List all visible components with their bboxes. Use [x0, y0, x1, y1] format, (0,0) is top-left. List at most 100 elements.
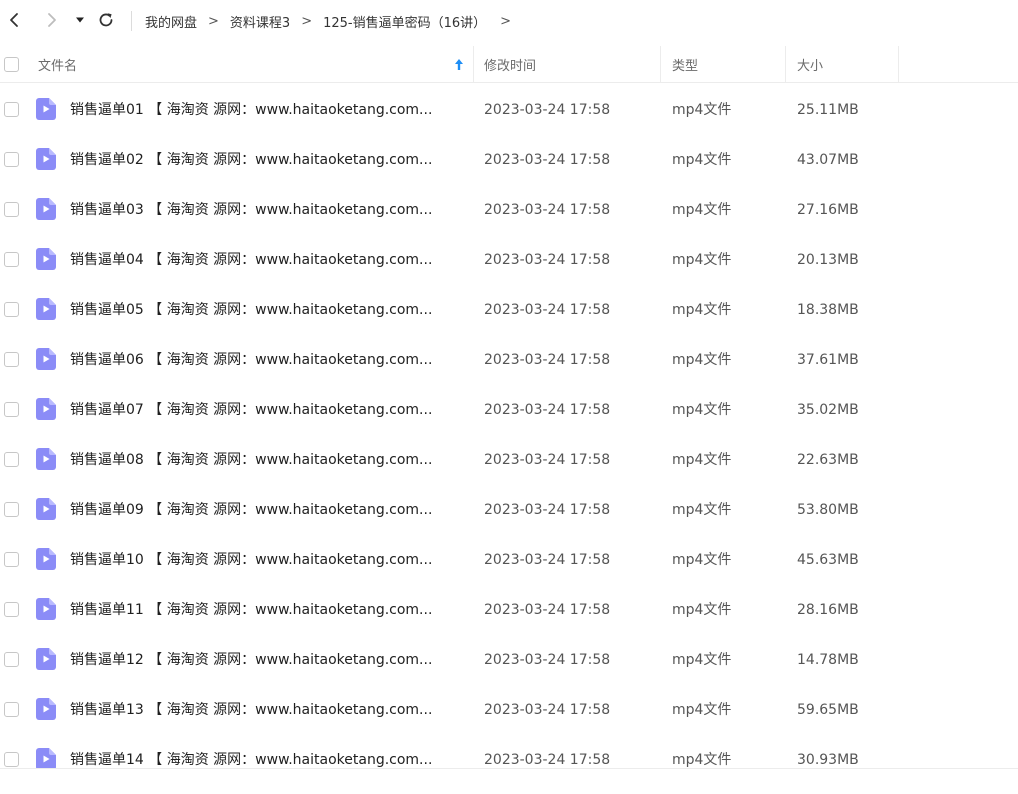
video-file-icon	[36, 498, 56, 520]
file-name: 销售逼单14 【 海淘资 源网：www.haitaoketang.com...	[70, 752, 433, 768]
select-all-checkbox[interactable]	[4, 57, 19, 72]
video-file-icon	[36, 148, 56, 170]
file-row-checkbox[interactable]	[4, 602, 19, 617]
file-type: mp4文件	[672, 652, 732, 668]
column-divider[interactable]	[660, 46, 661, 83]
file-size: 35.02MB	[797, 402, 859, 418]
file-size: 25.11MB	[797, 102, 859, 118]
video-file-icon	[36, 648, 56, 670]
column-divider[interactable]	[785, 46, 786, 83]
file-name: 销售逼单11 【 海淘资 源网：www.haitaoketang.com...	[70, 602, 433, 618]
video-file-icon	[36, 298, 56, 320]
breadcrumb-separator: >	[208, 13, 219, 29]
file-row[interactable]: 销售逼单06 【 海淘资 源网：www.haitaoketang.com... 2…	[0, 335, 1018, 385]
file-row-checkbox[interactable]	[4, 252, 19, 267]
file-row-checkbox[interactable]	[4, 652, 19, 667]
file-name: 销售逼单06 【 海淘资 源网：www.haitaoketang.com...	[70, 352, 433, 368]
file-name: 销售逼单01 【 海淘资 源网：www.haitaoketang.com...	[70, 102, 433, 118]
file-row-checkbox[interactable]	[4, 502, 19, 517]
file-modified-time: 2023-03-24 17:58	[484, 152, 611, 168]
file-modified-time: 2023-03-24 17:58	[484, 752, 611, 768]
file-type: mp4文件	[672, 752, 732, 768]
file-row-checkbox[interactable]	[4, 102, 19, 117]
sort-arrow-up-icon	[455, 59, 463, 70]
file-modified-time: 2023-03-24 17:58	[484, 602, 611, 618]
file-name: 销售逼单07 【 海淘资 源网：www.haitaoketang.com...	[70, 402, 433, 418]
file-size: 14.78MB	[797, 652, 859, 668]
file-row-checkbox[interactable]	[4, 402, 19, 417]
refresh-button[interactable]	[94, 8, 118, 32]
file-modified-time: 2023-03-24 17:58	[484, 452, 611, 468]
file-size: 53.80MB	[797, 502, 859, 518]
file-size: 22.63MB	[797, 452, 859, 468]
file-row-checkbox[interactable]	[4, 352, 19, 367]
file-row[interactable]: 销售逼单04 【 海淘资 源网：www.haitaoketang.com... 2…	[0, 235, 1018, 285]
back-button[interactable]	[2, 8, 26, 32]
history-dropdown-button[interactable]	[68, 8, 92, 32]
file-row[interactable]: 销售逼单12 【 海淘资 源网：www.haitaoketang.com... 2…	[0, 635, 1018, 685]
breadcrumb-item-current-folder[interactable]: 125-销售逼单密码（16讲）	[323, 12, 486, 31]
refresh-icon	[99, 13, 113, 27]
breadcrumb: 我的网盘 > 资料课程3 > 125-销售逼单密码（16讲） >	[145, 11, 522, 31]
file-type: mp4文件	[672, 352, 732, 368]
file-row-checkbox[interactable]	[4, 302, 19, 317]
file-row-checkbox[interactable]	[4, 452, 19, 467]
video-file-icon	[36, 748, 56, 768]
breadcrumb-separator: >	[301, 13, 313, 29]
file-row[interactable]: 销售逼单07 【 海淘资 源网：www.haitaoketang.com... 2…	[0, 385, 1018, 435]
file-row[interactable]: 销售逼单14 【 海淘资 源网：www.haitaoketang.com... 2…	[0, 735, 1018, 768]
file-row[interactable]: 销售逼单02 【 海淘资 源网：www.haitaoketang.com... 2…	[0, 135, 1018, 185]
file-size: 59.65MB	[797, 702, 859, 718]
file-row[interactable]: 销售逼单05 【 海淘资 源网：www.haitaoketang.com... 2…	[0, 285, 1018, 335]
video-file-icon	[36, 548, 56, 570]
file-modified-time: 2023-03-24 17:58	[484, 102, 611, 118]
column-header-type[interactable]: 类型	[672, 46, 772, 83]
file-size: 27.16MB	[797, 202, 859, 218]
file-size: 43.07MB	[797, 152, 859, 168]
file-type: mp4文件	[672, 202, 732, 218]
file-row[interactable]: 销售逼单08 【 海淘资 源网：www.haitaoketang.com... 2…	[0, 435, 1018, 485]
file-row-checkbox[interactable]	[4, 202, 19, 217]
breadcrumb-expand-button[interactable]: >	[500, 14, 511, 29]
file-type: mp4文件	[672, 602, 732, 618]
column-header-name[interactable]: 文件名	[38, 46, 470, 83]
column-header-modified[interactable]: 修改时间	[484, 46, 654, 83]
list-bottom-border	[0, 768, 1018, 769]
file-row[interactable]: 销售逼单01 【 海淘资 源网：www.haitaoketang.com... 2…	[0, 85, 1018, 135]
file-row[interactable]: 销售逼单13 【 海淘资 源网：www.haitaoketang.com... 2…	[0, 685, 1018, 735]
file-row-checkbox[interactable]	[4, 752, 19, 767]
file-modified-time: 2023-03-24 17:58	[484, 552, 611, 568]
column-divider[interactable]	[473, 46, 474, 83]
column-type-label: 类型	[672, 59, 699, 74]
toolbar-separator	[131, 11, 132, 31]
file-row[interactable]: 销售逼单11 【 海淘资 源网：www.haitaoketang.com... 2…	[0, 585, 1018, 635]
file-row[interactable]: 销售逼单10 【 海淘资 源网：www.haitaoketang.com... 2…	[0, 535, 1018, 585]
video-file-icon	[36, 398, 56, 420]
video-file-icon	[36, 598, 56, 620]
column-size-label: 大小	[797, 59, 824, 74]
file-type: mp4文件	[672, 552, 732, 568]
video-file-icon	[36, 248, 56, 270]
breadcrumb-item-course-folder[interactable]: 资料课程3	[230, 12, 290, 31]
file-row-checkbox[interactable]	[4, 702, 19, 717]
file-size: 37.61MB	[797, 352, 859, 368]
file-row-checkbox[interactable]	[4, 552, 19, 567]
toolbar: 我的网盘 > 资料课程3 > 125-销售逼单密码（16讲） >	[0, 0, 1018, 42]
file-modified-time: 2023-03-24 17:58	[484, 202, 611, 218]
file-type: mp4文件	[672, 102, 732, 118]
file-name: 销售逼单12 【 海淘资 源网：www.haitaoketang.com...	[70, 652, 433, 668]
breadcrumb-item-my-drive[interactable]: 我的网盘	[145, 12, 197, 31]
file-modified-time: 2023-03-24 17:58	[484, 652, 611, 668]
forward-button[interactable]	[40, 8, 64, 32]
file-row[interactable]: 销售逼单03 【 海淘资 源网：www.haitaoketang.com... 2…	[0, 185, 1018, 235]
column-header-size[interactable]: 大小	[797, 46, 897, 83]
file-list: 销售逼单01 【 海淘资 源网：www.haitaoketang.com... 2…	[0, 84, 1018, 768]
file-type: mp4文件	[672, 252, 732, 268]
file-name: 销售逼单03 【 海淘资 源网：www.haitaoketang.com...	[70, 202, 433, 218]
file-row-checkbox[interactable]	[4, 152, 19, 167]
file-name: 销售逼单08 【 海淘资 源网：www.haitaoketang.com...	[70, 452, 433, 468]
column-divider[interactable]	[898, 46, 899, 83]
file-modified-time: 2023-03-24 17:58	[484, 252, 611, 268]
file-row[interactable]: 销售逼单09 【 海淘资 源网：www.haitaoketang.com... 2…	[0, 485, 1018, 535]
file-modified-time: 2023-03-24 17:58	[484, 352, 611, 368]
